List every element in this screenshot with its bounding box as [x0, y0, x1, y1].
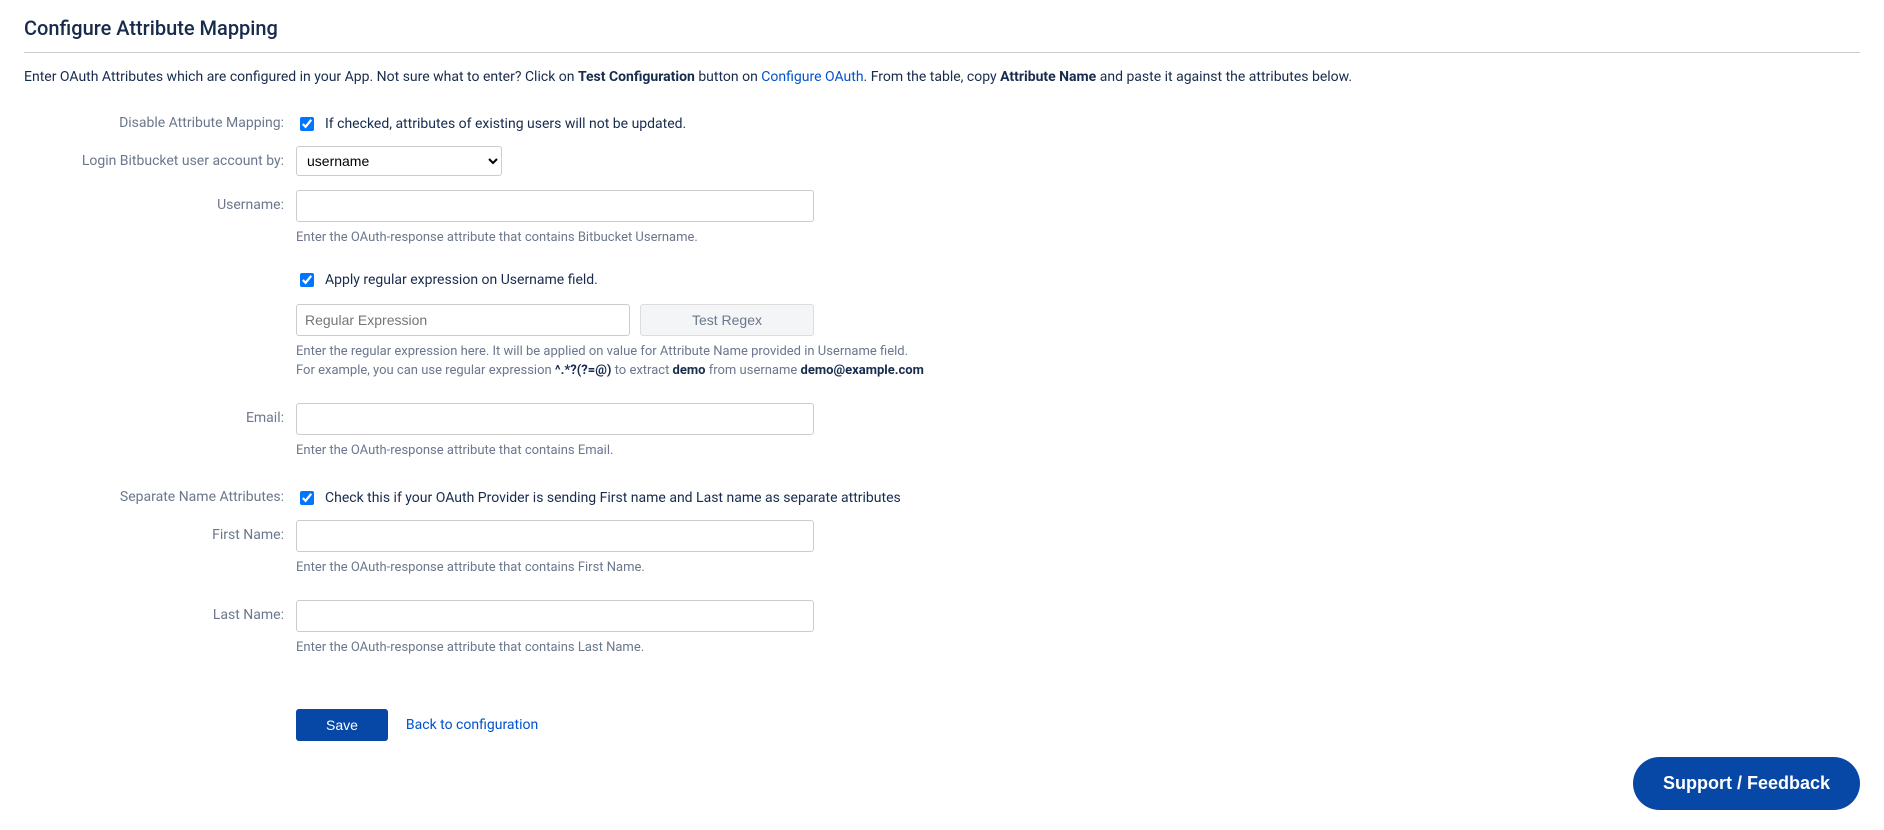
login-by-label: Login Bitbucket user account by: — [24, 146, 296, 169]
email-label: Email: — [24, 403, 296, 426]
intro-part4: and paste it against the attributes belo… — [1096, 69, 1352, 85]
separate-name-text: Check this if your OAuth Provider is sen… — [325, 490, 901, 506]
save-button[interactable]: Save — [296, 709, 388, 741]
test-regex-button[interactable]: Test Regex — [640, 304, 814, 336]
regex-help-2d: demo — [673, 363, 706, 378]
regex-help-2c: to extract — [611, 363, 672, 378]
apply-regex-text: Apply regular expression on Username fie… — [325, 272, 598, 288]
intro-bold-attr-name: Attribute Name — [1000, 69, 1096, 85]
first-name-help: Enter the OAuth-response attribute that … — [296, 558, 1196, 578]
first-name-input[interactable] — [296, 520, 814, 552]
login-by-select[interactable]: username — [296, 146, 502, 176]
last-name-input[interactable] — [296, 600, 814, 632]
intro-text: Enter OAuth Attributes which are configu… — [24, 67, 1860, 88]
back-to-config-link[interactable]: Back to configuration — [406, 717, 538, 733]
divider — [24, 52, 1860, 53]
disable-mapping-text: If checked, attributes of existing users… — [325, 116, 686, 132]
intro-bold-test-config: Test Configuration — [578, 69, 695, 85]
email-input[interactable] — [296, 403, 814, 435]
separate-name-checkbox[interactable] — [300, 491, 314, 505]
username-help: Enter the OAuth-response attribute that … — [296, 228, 1196, 248]
intro-part3: . From the table, copy — [864, 69, 1001, 85]
username-label: Username: — [24, 190, 296, 213]
regex-help-2f: demo@example.com — [801, 363, 924, 378]
regex-help: Enter the regular expression here. It wi… — [296, 342, 1196, 381]
regex-help-2e: from username — [706, 363, 801, 378]
disable-mapping-label: Disable Attribute Mapping: — [24, 108, 296, 131]
username-input[interactable] — [296, 190, 814, 222]
intro-part2: button on — [695, 69, 761, 85]
apply-regex-checkbox[interactable] — [300, 273, 314, 287]
page-title: Configure Attribute Mapping — [24, 16, 1860, 44]
configure-oauth-link[interactable]: Configure OAuth — [761, 69, 863, 85]
first-name-label: First Name: — [24, 520, 296, 543]
email-help: Enter the OAuth-response attribute that … — [296, 441, 1196, 461]
disable-mapping-checkbox[interactable] — [300, 117, 314, 131]
last-name-help: Enter the OAuth-response attribute that … — [296, 638, 1196, 658]
intro-part1: Enter OAuth Attributes which are configu… — [24, 69, 578, 85]
regex-help-line1: Enter the regular expression here. It wi… — [296, 344, 908, 359]
regex-input[interactable] — [296, 304, 630, 336]
separate-name-label: Separate Name Attributes: — [24, 482, 296, 505]
regex-help-2b: ^.*?(?=@) — [555, 363, 612, 378]
support-feedback-button[interactable]: Support / Feedback — [1633, 757, 1860, 810]
regex-help-2a: For example, you can use regular express… — [296, 363, 555, 378]
last-name-label: Last Name: — [24, 600, 296, 623]
